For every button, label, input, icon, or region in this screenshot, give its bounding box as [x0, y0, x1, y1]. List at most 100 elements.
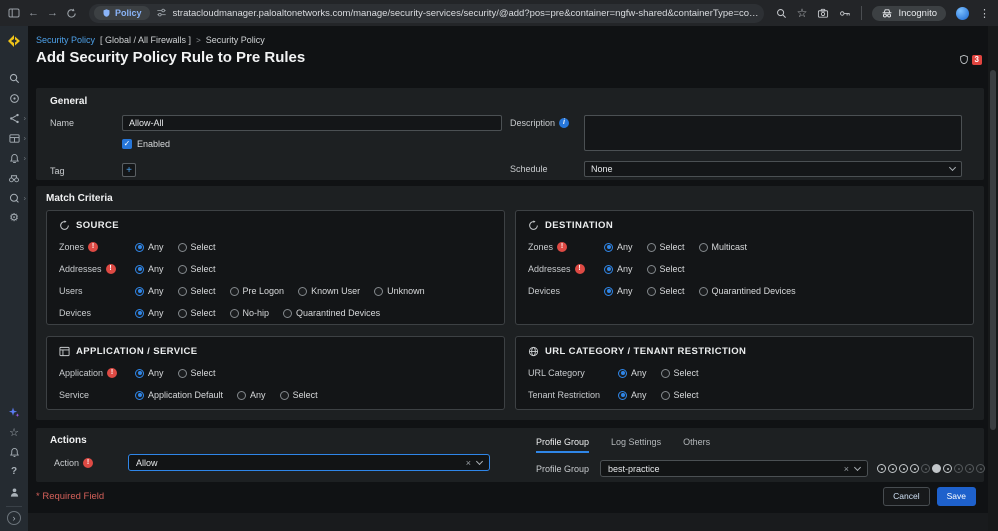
breadcrumb-link[interactable]: Security Policy — [36, 35, 95, 45]
radio-icon — [177, 286, 187, 296]
radio-option[interactable]: Select — [177, 368, 216, 378]
extension-avatar[interactable] — [956, 6, 969, 20]
sidebar-copilot-icon[interactable] — [0, 402, 28, 422]
radio-option[interactable]: Select — [660, 390, 699, 400]
radio-icon — [177, 264, 187, 274]
radio-icon — [660, 390, 670, 400]
radio-option[interactable]: Known User — [298, 286, 360, 296]
scrollbar-thumb[interactable] — [990, 70, 996, 430]
radio-option[interactable]: Any — [135, 286, 164, 296]
radio-option[interactable]: Any — [135, 368, 164, 378]
browser-toolbar: ← → Policy stratacloudmanager.paloaltone… — [0, 0, 998, 26]
radio-option[interactable]: Select — [660, 368, 699, 378]
search-tabs-icon[interactable] — [776, 8, 787, 19]
incognito-label: Incognito — [898, 7, 937, 19]
radio-option[interactable]: Select — [646, 286, 685, 296]
save-button[interactable]: Save — [936, 487, 976, 506]
sidebar-expand-icon[interactable]: › — [7, 511, 21, 525]
radio-option[interactable]: Select — [279, 390, 318, 400]
general-section: General Name ✓ Enabled Tag + — [36, 88, 984, 180]
radio-option[interactable]: Any — [618, 390, 647, 400]
radio-option[interactable]: Select — [646, 264, 685, 274]
radio-option[interactable]: Select — [177, 308, 216, 318]
tab-others[interactable]: Others — [683, 435, 710, 453]
bookmark-star-icon[interactable]: ☆ — [797, 7, 808, 19]
sidebar-alarms-icon[interactable]: › — [0, 148, 28, 168]
radio-option[interactable]: Any — [135, 264, 164, 274]
forward-icon[interactable]: → — [47, 7, 58, 19]
field-row: Zones! Any Select — [59, 236, 492, 258]
sidebar-reports-icon[interactable]: › — [0, 188, 28, 208]
tab-profile-group[interactable]: Profile Group — [536, 435, 590, 453]
sidebar-notifications-icon[interactable] — [0, 442, 28, 462]
radio-icon — [698, 286, 708, 296]
sidebar-settings-icon[interactable]: ⚙ — [0, 208, 28, 228]
add-tag-button[interactable]: + — [122, 163, 136, 177]
radio-option[interactable]: Unknown — [374, 286, 425, 296]
alert-count-badge[interactable]: 3 — [971, 54, 982, 65]
url-text[interactable]: stratacloudmanager.paloaltonetworks.com/… — [173, 8, 759, 19]
actions-heading: Actions — [50, 435, 87, 446]
tab-log-settings[interactable]: Log Settings — [611, 435, 661, 453]
clear-icon[interactable]: × — [466, 458, 471, 468]
radio-option[interactable]: Select — [177, 242, 216, 252]
security-shield-icon[interactable] — [959, 54, 969, 65]
radio-label: Any — [631, 368, 647, 378]
radio-option[interactable]: Any — [604, 264, 633, 274]
radio-option[interactable]: Select — [646, 242, 685, 252]
sidebar-user-icon[interactable] — [0, 482, 28, 502]
screenshot-camera-icon[interactable] — [817, 8, 829, 19]
back-icon[interactable]: ← — [28, 7, 39, 19]
profile-icon-9 — [965, 464, 974, 473]
radio-option[interactable]: Any — [135, 242, 164, 252]
radio-option[interactable]: Quarantined Devices — [698, 286, 796, 296]
radio-option[interactable]: Any — [237, 390, 266, 400]
radio-option[interactable]: Select — [177, 264, 216, 274]
radio-option[interactable]: Any — [604, 242, 633, 252]
sidebar-dashboard-icon[interactable] — [0, 88, 28, 108]
page-title: Add Security Policy Rule to Pre Rules — [36, 49, 306, 66]
sidebar-search-icon[interactable] — [0, 68, 28, 88]
schedule-select[interactable]: None — [584, 161, 962, 177]
name-input[interactable] — [122, 115, 502, 131]
password-key-icon[interactable] — [839, 8, 851, 19]
radio-option[interactable]: Any — [135, 308, 164, 318]
policy-extension-chip[interactable]: Policy — [94, 6, 150, 20]
radio-option[interactable]: Multicast — [698, 242, 747, 252]
browser-menu-icon[interactable]: ⋮ — [979, 7, 990, 20]
radio-option[interactable]: Application Default — [135, 390, 223, 400]
application-service-title: APPLICATION / SERVICE — [76, 346, 198, 357]
site-settings-icon[interactable] — [156, 8, 167, 18]
strata-logo[interactable] — [6, 33, 22, 54]
radio-label: Any — [148, 286, 164, 296]
reload-icon[interactable] — [66, 8, 77, 19]
sidebar-discover-icon[interactable] — [0, 168, 28, 188]
radio-option[interactable]: Pre Logon — [229, 286, 284, 296]
tag-label: Tag — [50, 166, 65, 176]
side-panel-icon[interactable] — [8, 7, 20, 19]
scrollbar-track[interactable] — [988, 26, 998, 531]
radio-label: Select — [190, 368, 216, 378]
profile-group-select[interactable]: best-practice × — [600, 460, 868, 477]
cancel-button[interactable]: Cancel — [883, 487, 930, 506]
enabled-checkbox[interactable]: ✓ — [122, 139, 132, 149]
destination-box: DESTINATION Zones! Any Select Multicast … — [515, 210, 974, 325]
radio-icon — [283, 308, 293, 318]
sidebar-help-icon[interactable]: ? — [0, 462, 28, 482]
radio-option[interactable]: No-hip — [229, 308, 269, 318]
source-title: SOURCE — [76, 220, 120, 231]
sidebar-favorites-icon[interactable]: ☆ — [0, 422, 28, 442]
radio-option[interactable]: Any — [618, 368, 647, 378]
address-bar[interactable]: Policy stratacloudmanager.paloaltonetwor… — [89, 3, 764, 23]
description-textarea[interactable] — [584, 115, 962, 151]
action-select[interactable]: Allow × — [128, 454, 490, 471]
clear-icon[interactable]: × — [844, 464, 849, 474]
radio-option[interactable]: Any — [604, 286, 633, 296]
sidebar-inventory-icon[interactable]: › — [0, 128, 28, 148]
radio-icon — [279, 390, 289, 400]
sidebar-workflows-icon[interactable]: › — [0, 108, 28, 128]
radio-option[interactable]: Quarantined Devices — [283, 308, 380, 318]
field-row: Addresses! Any Select — [528, 258, 961, 280]
radio-option[interactable]: Select — [177, 286, 216, 296]
radio-icon — [135, 308, 144, 318]
